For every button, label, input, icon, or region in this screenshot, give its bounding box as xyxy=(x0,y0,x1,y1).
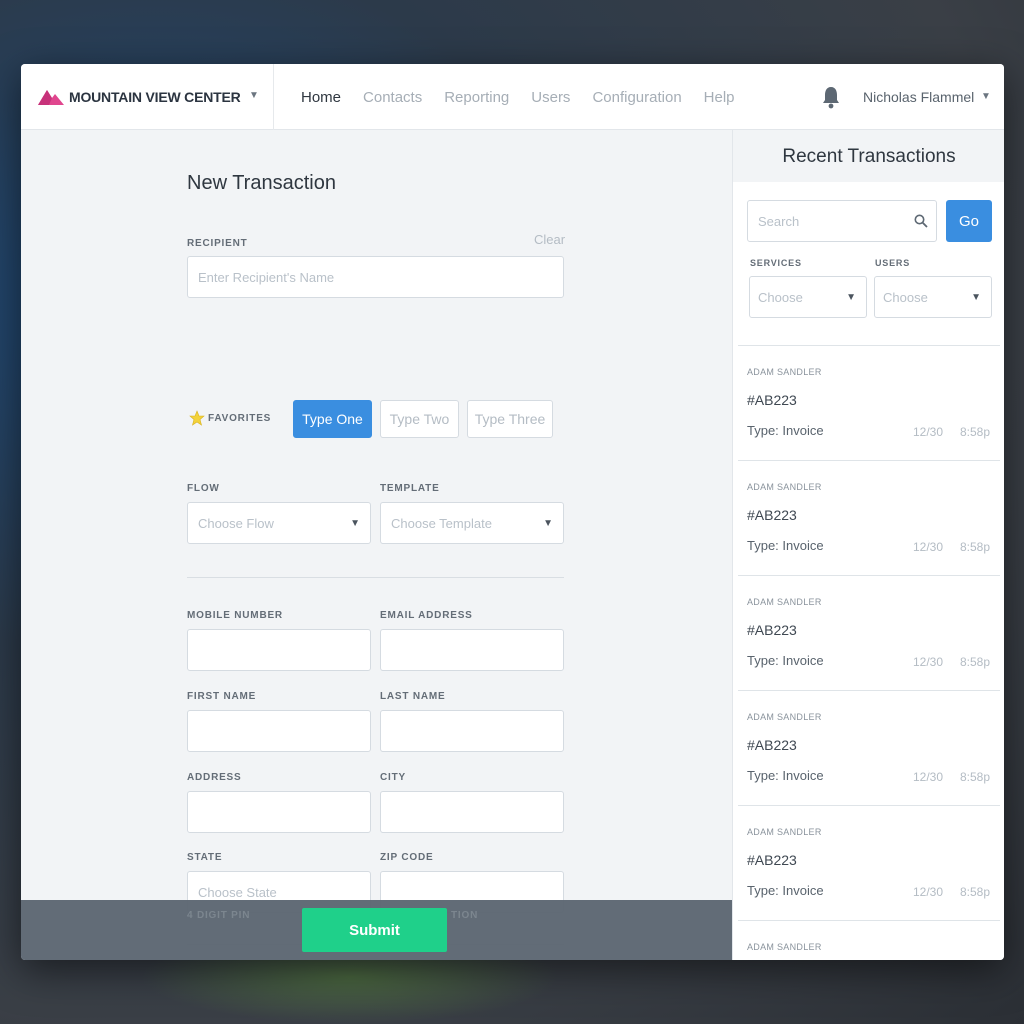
pin-label: 4 DIGIT PIN xyxy=(187,910,251,921)
transaction-item[interactable]: ADAM SANDLER #AB223 Type: Invoice 12/30 … xyxy=(738,690,1000,805)
mobile-number-input[interactable] xyxy=(187,629,371,671)
recent-transactions-panel: Recent Transactions Search Go SERVICES C… xyxy=(732,130,1004,960)
chevron-down-icon[interactable]: ▼ xyxy=(249,90,259,101)
nav-contacts[interactable]: Contacts xyxy=(363,89,422,106)
transaction-type: Type: Invoice xyxy=(747,883,824,898)
page-title: New Transaction xyxy=(187,172,336,194)
transaction-time: 8:58p xyxy=(960,655,991,669)
transaction-time: 8:58p xyxy=(960,425,991,439)
services-label: SERVICES xyxy=(750,258,802,268)
users-select[interactable]: Choose ▼ xyxy=(874,276,992,318)
top-navigation-bar: MOUNTAIN VIEW CENTER ▼ Home Contacts Rep… xyxy=(21,64,1004,130)
services-select[interactable]: Choose ▼ xyxy=(749,276,867,318)
transaction-recipient: ADAM SANDLER xyxy=(747,367,822,377)
first-name-label: FIRST NAME xyxy=(187,691,257,702)
email-address-label: EMAIL ADDRESS xyxy=(380,610,473,621)
flow-select[interactable]: Choose Flow ▼ xyxy=(187,502,371,544)
state-label: STATE xyxy=(187,852,223,863)
type-three-button[interactable]: Type Three xyxy=(467,400,553,438)
transaction-list: ADAM SANDLER #AB223 Type: Invoice 12/30 … xyxy=(738,345,1000,960)
chevron-down-icon: ▼ xyxy=(971,292,981,303)
transaction-item[interactable]: ADAM SANDLER #AB223 Type: Invoice 12/30 … xyxy=(738,345,1000,460)
go-button[interactable]: Go xyxy=(946,200,992,242)
first-name-input[interactable] xyxy=(187,710,371,752)
type-two-button[interactable]: Type Two xyxy=(380,400,459,438)
mobile-number-label: MOBILE NUMBER xyxy=(187,610,283,621)
city-label: CITY xyxy=(380,772,406,783)
transaction-id: #AB223 xyxy=(747,392,797,408)
transaction-id: #AB223 xyxy=(747,622,797,638)
users-label: USERS xyxy=(875,258,911,268)
zip-code-label: ZIP CODE xyxy=(380,852,434,863)
submit-button[interactable]: Submit xyxy=(302,908,447,952)
city-input[interactable] xyxy=(380,791,564,833)
panel-title: Recent Transactions xyxy=(782,146,956,167)
brand-name: MOUNTAIN VIEW CENTER xyxy=(69,89,241,105)
template-label: TEMPLATE xyxy=(380,483,440,494)
transaction-type: Type: Invoice xyxy=(747,538,824,553)
transaction-date: 12/30 xyxy=(913,540,944,554)
search-input[interactable]: Search xyxy=(747,200,937,242)
transaction-id: #AB223 xyxy=(747,852,797,868)
new-transaction-form: New Transaction RECIPIENT Clear Enter Re… xyxy=(21,130,732,960)
last-name-label: LAST NAME xyxy=(380,691,446,702)
flow-label: FLOW xyxy=(187,483,220,494)
transaction-item[interactable]: ADAM SANDLER xyxy=(738,920,1000,960)
transaction-type: Type: Invoice xyxy=(747,423,824,438)
nav-help[interactable]: Help xyxy=(704,89,735,106)
users-select-value: Choose xyxy=(883,289,928,305)
obscured-field-label: TION xyxy=(451,910,479,921)
favorites-label: FAVORITES xyxy=(208,413,272,424)
transaction-date: 12/30 xyxy=(913,885,944,899)
transaction-recipient: ADAM SANDLER xyxy=(747,942,822,952)
services-select-value: Choose xyxy=(758,289,803,305)
nav-users[interactable]: Users xyxy=(531,89,570,106)
app-window: MOUNTAIN VIEW CENTER ▼ Home Contacts Rep… xyxy=(21,64,1004,960)
nav-home[interactable]: Home xyxy=(301,89,341,106)
star-icon xyxy=(189,410,205,426)
section-divider xyxy=(187,577,564,578)
chevron-down-icon: ▼ xyxy=(846,292,856,303)
bell-icon[interactable] xyxy=(821,85,841,109)
search-icon xyxy=(914,214,928,228)
address-input[interactable] xyxy=(187,791,371,833)
last-name-input[interactable] xyxy=(380,710,564,752)
transaction-type: Type: Invoice xyxy=(747,768,824,783)
brand-switcher[interactable]: MOUNTAIN VIEW CENTER ▼ xyxy=(21,64,274,130)
transaction-time: 8:58p xyxy=(960,885,991,899)
transaction-id: #AB223 xyxy=(747,507,797,523)
address-label: ADDRESS xyxy=(187,772,242,783)
mountain-logo-icon xyxy=(38,90,64,105)
template-select[interactable]: Choose Template ▼ xyxy=(380,502,564,544)
clear-link[interactable]: Clear xyxy=(534,232,565,247)
transaction-date: 12/30 xyxy=(913,770,944,784)
panel-header: Recent Transactions xyxy=(733,130,1004,182)
chevron-down-icon: ▼ xyxy=(543,518,553,529)
transaction-item[interactable]: ADAM SANDLER #AB223 Type: Invoice 12/30 … xyxy=(738,805,1000,920)
chevron-down-icon[interactable]: ▼ xyxy=(981,91,991,102)
transaction-time: 8:58p xyxy=(960,540,991,554)
transaction-date: 12/30 xyxy=(913,425,944,439)
transaction-recipient: ADAM SANDLER xyxy=(747,482,822,492)
transaction-time: 8:58p xyxy=(960,770,991,784)
nav-reporting[interactable]: Reporting xyxy=(444,89,509,106)
type-one-button[interactable]: Type One xyxy=(293,400,372,438)
template-select-value: Choose Template xyxy=(391,515,492,531)
transaction-recipient: ADAM SANDLER xyxy=(747,597,822,607)
transaction-date: 12/30 xyxy=(913,655,944,669)
main-nav: Home Contacts Reporting Users Configurat… xyxy=(301,64,757,130)
user-menu-name[interactable]: Nicholas Flammel xyxy=(863,89,974,105)
recipient-label: RECIPIENT xyxy=(187,238,248,249)
recipient-input[interactable]: Enter Recipient's Name xyxy=(187,256,564,298)
nav-configuration[interactable]: Configuration xyxy=(592,89,681,106)
flow-select-value: Choose Flow xyxy=(198,515,274,531)
chevron-down-icon: ▼ xyxy=(350,518,360,529)
transaction-item[interactable]: ADAM SANDLER #AB223 Type: Invoice 12/30 … xyxy=(738,460,1000,575)
transaction-recipient: ADAM SANDLER xyxy=(747,712,822,722)
email-address-input[interactable] xyxy=(380,629,564,671)
transaction-recipient: ADAM SANDLER xyxy=(747,827,822,837)
transaction-type: Type: Invoice xyxy=(747,653,824,668)
transaction-id: #AB223 xyxy=(747,737,797,753)
transaction-item[interactable]: ADAM SANDLER #AB223 Type: Invoice 12/30 … xyxy=(738,575,1000,690)
